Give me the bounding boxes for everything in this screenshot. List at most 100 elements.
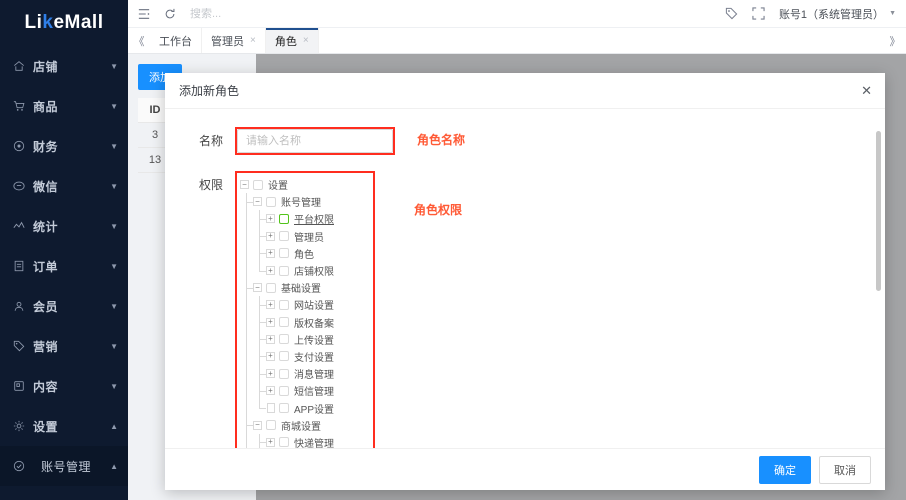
dialog-scrollbar[interactable] xyxy=(876,131,881,291)
tree-checkbox[interactable] xyxy=(266,196,276,207)
tree-node[interactable]: + 角色 xyxy=(240,244,373,263)
tree-checkbox[interactable] xyxy=(279,368,289,379)
tree-checkbox[interactable] xyxy=(279,299,289,310)
sidebar-item-8[interactable]: 内容 ▼ xyxy=(0,366,128,406)
tree-expand-icon[interactable]: + xyxy=(266,317,275,327)
tree-node-label[interactable]: 上传设置 xyxy=(294,332,334,347)
tree-node[interactable]: + 短信管理 xyxy=(240,382,373,400)
tree-collapse-icon[interactable]: − xyxy=(253,197,262,207)
tree-node[interactable]: − 基础设置 xyxy=(240,279,373,297)
sidebar-item-6[interactable]: 会员 ▼ xyxy=(0,286,128,326)
refresh-icon[interactable] xyxy=(164,8,176,20)
tree-node-label[interactable]: 基础设置 xyxy=(281,280,321,295)
tab-close-icon[interactable]: × xyxy=(250,35,256,46)
tree-node[interactable]: + 快递管理 xyxy=(240,433,373,448)
fullscreen-icon[interactable] xyxy=(752,7,765,20)
tree-node-label[interactable]: 角色 xyxy=(294,246,314,261)
tree-checkbox[interactable] xyxy=(279,385,289,396)
tree-node[interactable]: + 消息管理 xyxy=(240,365,373,383)
tabs-scroll-left-icon[interactable]: 《 xyxy=(128,28,150,53)
sidebar-item-10[interactable]: 账号管理 ▲ xyxy=(0,446,128,486)
tree-leaf-icon[interactable] xyxy=(266,404,275,413)
tree-node-label[interactable]: 店铺权限 xyxy=(294,263,334,278)
tree-node-label[interactable]: 平台权限 xyxy=(294,211,334,226)
sidebar-item-11[interactable]: 管理员 xyxy=(0,486,128,500)
tab-0[interactable]: 工作台 xyxy=(150,28,202,53)
sidebar-item-label: 店铺 xyxy=(33,59,59,74)
sidebar-item-5[interactable]: 订单 ▼ xyxy=(0,246,128,286)
tree-checkbox[interactable] xyxy=(266,282,276,293)
tree-node[interactable]: + 管理员 xyxy=(240,227,373,245)
tree-indent xyxy=(253,365,266,383)
tree-node[interactable]: + 店铺权限 xyxy=(240,261,373,280)
sidebar-item-7[interactable]: 营销 ▼ xyxy=(0,326,128,366)
tree-node[interactable]: APP设置 xyxy=(240,399,373,417)
tree-collapse-icon[interactable]: − xyxy=(253,283,262,293)
tree-node-label[interactable]: 版权备案 xyxy=(294,315,334,330)
tab-list: 工作台 管理员 × 角色 × xyxy=(150,28,319,53)
name-input[interactable] xyxy=(237,129,393,153)
tree-expand-icon[interactable]: + xyxy=(266,214,275,224)
cancel-button[interactable]: 取消 xyxy=(819,455,871,484)
tag-icon[interactable] xyxy=(725,7,738,20)
tree-node[interactable]: + 上传设置 xyxy=(240,330,373,349)
tree-expand-icon[interactable]: + xyxy=(266,369,275,379)
tree-expand-icon[interactable]: + xyxy=(266,351,275,361)
sidebar-item-1[interactable]: 商品 ▼ xyxy=(0,86,128,126)
sidebar-item-3[interactable]: 微信 ▼ xyxy=(0,166,128,206)
tree-checkbox[interactable] xyxy=(279,317,289,328)
tree-collapse-icon[interactable]: − xyxy=(240,180,249,190)
tree-checkbox[interactable] xyxy=(279,334,289,345)
tree-checkbox[interactable] xyxy=(279,403,289,414)
tree-node[interactable]: − 账号管理 xyxy=(240,193,373,211)
tree-expand-icon[interactable]: + xyxy=(266,437,275,447)
annotation-role-permission: 角色权限 xyxy=(414,203,463,217)
tree-checkbox[interactable] xyxy=(253,179,263,190)
sidebar-item-0[interactable]: 店铺 ▼ xyxy=(0,46,128,86)
tree-expand-icon[interactable]: + xyxy=(266,248,275,258)
sidebar-item-4[interactable]: 统计 ▼ xyxy=(0,206,128,246)
permission-tree[interactable]: − 设置 − 账号管理 + 平台权限 + 管理员 + 角色 + 店铺权限 − 基础设置 + 网站设置 + 版权备案… xyxy=(235,171,375,448)
sidebar-item-9[interactable]: 设置 ▲ xyxy=(0,406,128,446)
tab-1[interactable]: 管理员 × xyxy=(202,28,266,53)
tree-node-label[interactable]: APP设置 xyxy=(294,401,334,416)
tree-node-label[interactable]: 短信管理 xyxy=(294,383,334,398)
tree-checkbox[interactable] xyxy=(279,213,289,224)
tree-checkbox[interactable] xyxy=(279,248,289,259)
tree-expand-icon[interactable]: + xyxy=(266,266,275,276)
tree-node[interactable]: − 商城设置 xyxy=(240,416,373,435)
tree-collapse-icon[interactable]: − xyxy=(253,420,262,430)
tree-node-label[interactable]: 账号管理 xyxy=(281,194,321,209)
tabs-scroll-right-icon[interactable]: 》 xyxy=(884,28,906,53)
tree-node-label[interactable]: 消息管理 xyxy=(294,366,334,381)
tab-2[interactable]: 角色 × xyxy=(265,28,319,53)
brand-logo[interactable]: LikeMall xyxy=(0,0,128,46)
tree-checkbox[interactable] xyxy=(266,420,276,431)
tree-node-label[interactable]: 快递管理 xyxy=(294,435,334,448)
tree-node-label[interactable]: 管理员 xyxy=(294,229,324,244)
account-menu[interactable]: 账号1（系统管理员） ▼ xyxy=(779,6,896,22)
menu-collapse-icon[interactable] xyxy=(138,8,150,20)
tree-node-label[interactable]: 设置 xyxy=(268,177,288,192)
tree-checkbox[interactable] xyxy=(279,437,289,448)
tree-expand-icon[interactable]: + xyxy=(266,386,275,396)
tree-node[interactable]: + 网站设置 xyxy=(240,296,373,314)
tree-expand-icon[interactable]: + xyxy=(266,231,275,241)
tree-node[interactable]: + 版权备案 xyxy=(240,313,373,331)
tree-checkbox[interactable] xyxy=(279,351,289,362)
tree-node[interactable]: + 支付设置 xyxy=(240,347,373,366)
confirm-button[interactable]: 确定 xyxy=(759,455,811,484)
tree-node-label[interactable]: 网站设置 xyxy=(294,297,334,312)
tree-node-label[interactable]: 支付设置 xyxy=(294,349,334,364)
tree-checkbox[interactable] xyxy=(279,265,289,276)
tree-checkbox[interactable] xyxy=(279,231,289,242)
tree-expand-icon[interactable]: + xyxy=(266,300,275,310)
tree-node-label[interactable]: 商城设置 xyxy=(281,418,321,433)
tree-expand-icon[interactable]: + xyxy=(266,334,275,344)
close-icon[interactable]: ✕ xyxy=(861,84,872,97)
tree-node[interactable]: + 平台权限 xyxy=(240,210,373,228)
search-input[interactable] xyxy=(190,7,370,20)
tree-node[interactable]: − 设置 xyxy=(240,176,373,193)
sidebar-item-2[interactable]: 财务 ▼ xyxy=(0,126,128,166)
tab-close-icon[interactable]: × xyxy=(303,35,309,46)
